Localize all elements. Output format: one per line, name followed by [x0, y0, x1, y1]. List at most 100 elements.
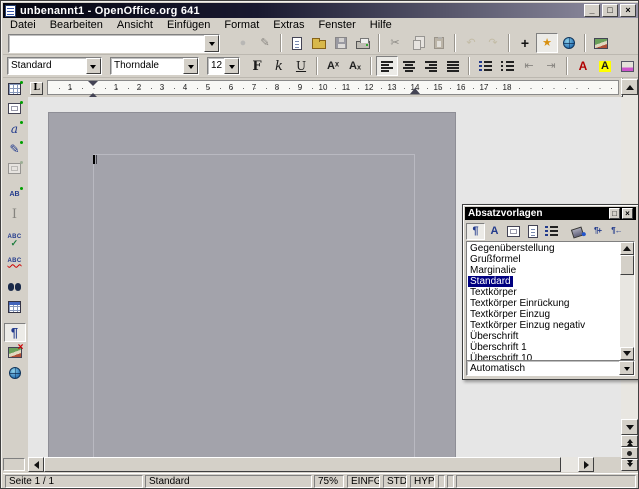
new-document-icon[interactable] — [286, 33, 308, 53]
style-item[interactable]: Überschrift 1 — [468, 342, 529, 353]
align-justify-icon[interactable] — [442, 56, 464, 76]
numbered-list-icon[interactable] — [474, 56, 496, 76]
style-list[interactable]: GegenüberstellungGrußformelMarginalieSta… — [466, 241, 635, 361]
horizontal-scrollbar[interactable] — [28, 457, 594, 472]
hyperlink-dialog-icon[interactable] — [558, 33, 580, 53]
close-button[interactable]: × — [622, 208, 633, 219]
scroll-left-button[interactable] — [28, 457, 44, 472]
maximize-button[interactable]: □ — [602, 4, 618, 17]
style-item[interactable]: Überschrift — [468, 331, 520, 342]
horizontal-scroll-thumb[interactable] — [44, 457, 561, 472]
url-input[interactable] — [9, 35, 204, 52]
style-list-scroll-down-button[interactable] — [620, 347, 634, 360]
style-filter-value[interactable]: Automatisch — [467, 361, 619, 375]
page-style[interactable]: Standard — [145, 475, 312, 488]
fill-format-mode-icon[interactable] — [569, 223, 588, 240]
indent-marker[interactable] — [88, 81, 98, 94]
insert-frame-icon[interactable] — [4, 99, 26, 118]
style-item[interactable]: Textkörper Einzug — [468, 309, 552, 320]
nonprinting-characters-icon[interactable]: ¶ — [4, 323, 26, 342]
style-item[interactable]: Gegenüberstellung — [468, 243, 557, 254]
dock-button[interactable]: □ — [609, 208, 620, 219]
url-dropdown-button[interactable] — [204, 35, 219, 52]
close-button[interactable]: × — [620, 4, 636, 17]
insert-fields-icon[interactable]: a — [4, 119, 26, 138]
open-document-icon[interactable] — [308, 33, 330, 53]
navigator-icon[interactable]: + — [514, 33, 536, 53]
font-color-icon[interactable]: A — [572, 56, 594, 76]
spellcheck-icon[interactable]: ABC — [4, 231, 26, 250]
subscript-icon[interactable]: Aₓ — [344, 56, 366, 76]
menu-einfgen[interactable]: Einfügen — [160, 18, 217, 32]
style-list-scroll-thumb[interactable] — [620, 255, 634, 275]
paragraph-style-dropdown-button[interactable] — [86, 58, 101, 74]
underline-icon[interactable]: U — [290, 56, 312, 76]
align-right-icon[interactable] — [420, 56, 442, 76]
menu-datei[interactable]: Datei — [3, 18, 43, 32]
menu-ansicht[interactable]: Ansicht — [110, 18, 160, 32]
draw-functions-icon[interactable]: ✎ — [4, 139, 26, 158]
numbering-styles-icon[interactable] — [542, 223, 561, 240]
graphics-toggle-icon[interactable] — [4, 343, 26, 362]
scroll-right-button[interactable] — [578, 457, 594, 472]
auto-spellcheck-icon[interactable]: ABC — [4, 251, 26, 270]
bullet-list-icon[interactable] — [496, 56, 518, 76]
insert-mode[interactable]: EINFG — [347, 475, 380, 488]
style-item[interactable]: Grußformel — [468, 254, 523, 265]
menu-format[interactable]: Format — [217, 18, 266, 32]
bold-icon[interactable]: F — [246, 56, 268, 76]
style-list-scrollbar[interactable] — [620, 242, 634, 360]
style-item[interactable]: Textkörper Einrückung — [468, 298, 572, 309]
minimize-button[interactable]: _ — [584, 4, 600, 17]
hyperlink-mode[interactable]: HYP — [410, 475, 435, 488]
new-style-from-selection-icon[interactable]: ¶+ — [588, 223, 607, 240]
selection-mode[interactable]: STD — [383, 475, 407, 488]
style-item[interactable]: Textkörper — [468, 287, 519, 298]
find-replace-icon[interactable] — [4, 277, 26, 296]
background-color-icon[interactable] — [616, 56, 638, 76]
superscript-icon[interactable]: Aˣ — [322, 56, 344, 76]
paragraph-style-value[interactable]: Standard — [8, 58, 86, 74]
tab-type-selector[interactable]: L — [30, 82, 43, 95]
font-size-dropdown-button[interactable] — [224, 58, 239, 74]
page-styles-icon[interactable] — [523, 223, 542, 240]
frame-styles-icon[interactable] — [504, 223, 523, 240]
print-icon[interactable] — [352, 33, 374, 53]
align-left-icon[interactable] — [376, 56, 398, 76]
previous-page-button[interactable] — [621, 435, 638, 447]
style-list-scroll-up-button[interactable] — [620, 242, 634, 255]
menu-extras[interactable]: Extras — [266, 18, 311, 32]
italic-icon[interactable]: k — [268, 56, 290, 76]
zoom-level[interactable]: 75% — [314, 475, 344, 488]
style-filter-dropdown-button[interactable] — [619, 361, 634, 375]
style-item[interactable]: Standard — [468, 276, 513, 287]
align-center-icon[interactable] — [398, 56, 420, 76]
menu-fenster[interactable]: Fenster — [311, 18, 362, 32]
document-page[interactable] — [48, 112, 456, 457]
style-item[interactable]: Textkörper Einzug negativ — [468, 320, 587, 331]
font-size-value[interactable]: 12 — [208, 58, 224, 74]
next-page-button[interactable] — [621, 459, 638, 471]
online-layout-icon[interactable] — [4, 363, 26, 382]
font-name-value[interactable]: Thorndale — [111, 58, 183, 74]
scroll-up-button[interactable] — [621, 79, 638, 95]
page-indicator[interactable]: Seite 1 / 1 — [5, 475, 143, 488]
stylist-icon[interactable]: ★ — [536, 33, 558, 53]
gallery-icon[interactable] — [590, 33, 612, 53]
menu-hilfe[interactable]: Hilfe — [363, 18, 399, 32]
data-sources-icon[interactable] — [4, 297, 26, 316]
scroll-down-button[interactable] — [621, 419, 638, 435]
font-name-dropdown-button[interactable] — [183, 58, 198, 74]
stylist-title-bar[interactable]: Absatzvorlagen □× — [465, 207, 636, 220]
right-indent-marker[interactable] — [410, 87, 420, 94]
paragraph-styles-icon[interactable]: ¶ — [466, 223, 485, 240]
highlighting-icon[interactable]: A — [594, 56, 616, 76]
style-item[interactable]: Marginalie — [468, 265, 518, 276]
horizontal-ruler[interactable]: 1123456789101112131415161718 — [47, 80, 619, 95]
character-styles-icon[interactable]: A — [485, 223, 504, 240]
update-style-icon[interactable]: ¶← — [607, 223, 626, 240]
autotext-icon[interactable]: AB — [4, 185, 26, 204]
menu-bearbeiten[interactable]: Bearbeiten — [43, 18, 110, 32]
navigation-button[interactable] — [621, 447, 638, 459]
insert-icon[interactable] — [4, 79, 26, 98]
